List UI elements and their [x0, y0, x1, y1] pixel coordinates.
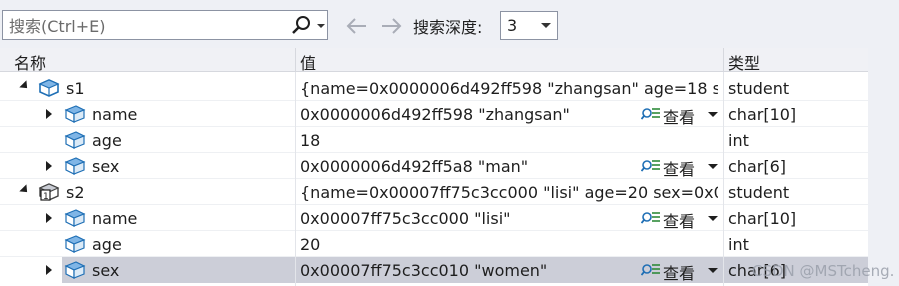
chevron-down-icon [708, 164, 718, 169]
expand-arrow-icon[interactable] [46, 161, 52, 171]
column-divider[interactable] [723, 48, 724, 72]
grid-header: 名称 值 类型 [0, 48, 868, 74]
field-icon [64, 130, 86, 150]
tree-row-selected[interactable]: sex 0x00007ff75c3cc010 "women" 查看 char[6… [0, 257, 868, 283]
row-type: int [728, 131, 749, 150]
row-value[interactable]: {name=0x0000006d492ff598 "zhangsan" age=… [300, 79, 718, 98]
arrow-left-icon[interactable] [344, 13, 370, 39]
magnifier-icon[interactable] [289, 15, 313, 37]
struct-icon [38, 78, 60, 98]
tree-row[interactable]: name 0x00007ff75c3cc000 "lisi" 查看 char[1… [0, 205, 868, 231]
field-icon [64, 104, 86, 124]
expand-arrow-icon[interactable] [46, 265, 52, 275]
row-name: sex [92, 261, 120, 280]
tree-row[interactable]: age 18 int [0, 127, 868, 153]
expand-arrow-icon[interactable] [46, 213, 52, 223]
column-header-type[interactable]: 类型 [728, 50, 760, 74]
chevron-down-icon[interactable] [315, 15, 327, 37]
view-button[interactable]: 查看 [640, 207, 721, 231]
text-visualizer-icon [640, 261, 661, 279]
row-name: name [92, 209, 138, 228]
row-name: s1 [66, 79, 85, 98]
tree-row[interactable]: name 0x0000006d492ff598 "zhangsan" 查看 ch… [0, 101, 868, 127]
field-icon [64, 234, 86, 254]
watch-grid: 名称 值 类型 s1 {name=0x0000006d492ff598 "zha… [0, 48, 868, 286]
row-name: age [92, 131, 122, 150]
collapse-arrow-icon[interactable] [19, 80, 31, 92]
row-type: char[10] [728, 209, 797, 228]
tree-row[interactable]: 1 s2 {name=0x00007ff75c3cc000 "lisi" age… [0, 179, 868, 205]
view-button[interactable]: 查看 [640, 103, 721, 127]
toolbar: 搜索深度: 3 [0, 0, 899, 48]
view-label: 查看 [663, 212, 696, 231]
expand-arrow-icon[interactable] [46, 109, 52, 119]
search-depth-label: 搜索深度: [413, 18, 483, 37]
row-type: char[10] [728, 105, 797, 124]
row-type: student [728, 79, 790, 98]
svg-text:1: 1 [43, 192, 49, 202]
arrow-right-icon[interactable] [378, 13, 404, 39]
field-icon [64, 260, 86, 280]
row-name: name [92, 105, 138, 124]
column-header-value[interactable]: 值 [300, 50, 316, 74]
row-value[interactable]: 20 [300, 235, 718, 254]
column-header-name[interactable]: 名称 [14, 50, 46, 74]
view-button[interactable]: 查看 [640, 155, 721, 179]
text-visualizer-icon [640, 105, 661, 123]
row-type: int [728, 235, 749, 254]
search-depth-select[interactable]: 3 [500, 11, 558, 40]
vertical-scrollbar[interactable] [868, 48, 899, 286]
tree-row[interactable]: s1 {name=0x0000006d492ff598 "zhangsan" a… [0, 75, 868, 101]
chevron-down-icon [708, 268, 718, 273]
column-divider [723, 72, 724, 286]
view-label: 查看 [663, 108, 696, 127]
row-type: student [728, 183, 790, 202]
field-icon [64, 208, 86, 228]
row-name: age [92, 235, 122, 254]
text-visualizer-icon [640, 157, 661, 175]
row-value[interactable]: {name=0x00007ff75c3cc000 "lisi" age=20 s… [300, 183, 718, 202]
row-value[interactable]: 18 [300, 131, 718, 150]
field-icon [64, 156, 86, 176]
watermark: CSDN @MSTcheng. [752, 262, 895, 280]
row-name: sex [92, 157, 120, 176]
collapse-arrow-icon[interactable] [19, 184, 31, 196]
text-visualizer-icon [640, 209, 661, 227]
search-depth-value: 3 [507, 16, 518, 35]
chevron-down-icon [541, 23, 551, 28]
column-divider [295, 72, 296, 286]
view-button[interactable]: 查看 [640, 259, 721, 283]
chevron-down-icon [708, 112, 718, 117]
tree-row[interactable]: sex 0x0000006d492ff5a8 "man" 查看 char[6] [0, 153, 868, 179]
row-type: char[6] [728, 157, 786, 176]
column-divider[interactable] [295, 48, 296, 72]
view-label: 查看 [663, 160, 696, 179]
row-name: s2 [66, 183, 85, 202]
search-input[interactable] [7, 14, 281, 38]
search-box[interactable] [2, 10, 328, 40]
struct-pinned-icon: 1 [38, 182, 60, 202]
chevron-down-icon [708, 216, 718, 221]
view-label: 查看 [663, 264, 696, 283]
tree-row[interactable]: age 20 int [0, 231, 868, 257]
